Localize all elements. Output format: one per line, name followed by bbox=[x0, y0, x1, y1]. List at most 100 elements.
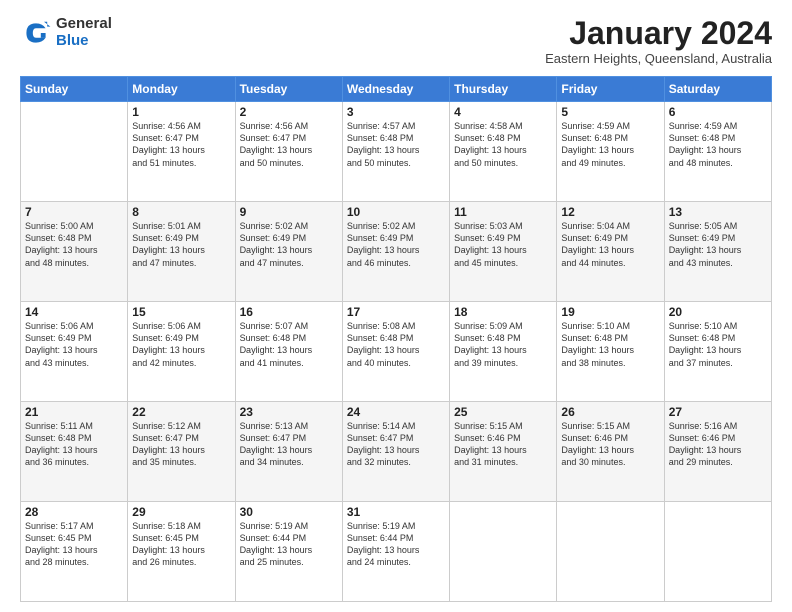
day-number: 8 bbox=[132, 205, 230, 219]
cell-info: Sunrise: 5:15 AM Sunset: 6:46 PM Dayligh… bbox=[454, 420, 552, 469]
day-number: 19 bbox=[561, 305, 659, 319]
calendar-cell: 14Sunrise: 5:06 AM Sunset: 6:49 PM Dayli… bbox=[21, 302, 128, 402]
day-number: 15 bbox=[132, 305, 230, 319]
cell-info: Sunrise: 5:12 AM Sunset: 6:47 PM Dayligh… bbox=[132, 420, 230, 469]
weekday-header-thursday: Thursday bbox=[450, 77, 557, 102]
weekday-header-saturday: Saturday bbox=[664, 77, 771, 102]
day-number: 29 bbox=[132, 505, 230, 519]
cell-info: Sunrise: 5:04 AM Sunset: 6:49 PM Dayligh… bbox=[561, 220, 659, 269]
header: General Blue January 2024 Eastern Height… bbox=[20, 16, 772, 66]
calendar-cell: 28Sunrise: 5:17 AM Sunset: 6:45 PM Dayli… bbox=[21, 502, 128, 602]
calendar-cell bbox=[450, 502, 557, 602]
day-number: 5 bbox=[561, 105, 659, 119]
cell-info: Sunrise: 5:06 AM Sunset: 6:49 PM Dayligh… bbox=[132, 320, 230, 369]
calendar-cell: 1Sunrise: 4:56 AM Sunset: 6:47 PM Daylig… bbox=[128, 102, 235, 202]
calendar-cell: 9Sunrise: 5:02 AM Sunset: 6:49 PM Daylig… bbox=[235, 202, 342, 302]
calendar-cell: 7Sunrise: 5:00 AM Sunset: 6:48 PM Daylig… bbox=[21, 202, 128, 302]
day-number: 22 bbox=[132, 405, 230, 419]
calendar-cell: 24Sunrise: 5:14 AM Sunset: 6:47 PM Dayli… bbox=[342, 402, 449, 502]
calendar-cell: 25Sunrise: 5:15 AM Sunset: 6:46 PM Dayli… bbox=[450, 402, 557, 502]
cell-info: Sunrise: 5:16 AM Sunset: 6:46 PM Dayligh… bbox=[669, 420, 767, 469]
cell-info: Sunrise: 5:03 AM Sunset: 6:49 PM Dayligh… bbox=[454, 220, 552, 269]
week-row-3: 14Sunrise: 5:06 AM Sunset: 6:49 PM Dayli… bbox=[21, 302, 772, 402]
day-number: 4 bbox=[454, 105, 552, 119]
cell-info: Sunrise: 5:05 AM Sunset: 6:49 PM Dayligh… bbox=[669, 220, 767, 269]
day-number: 21 bbox=[25, 405, 123, 419]
logo-icon bbox=[20, 17, 52, 49]
calendar-cell: 29Sunrise: 5:18 AM Sunset: 6:45 PM Dayli… bbox=[128, 502, 235, 602]
cell-info: Sunrise: 4:56 AM Sunset: 6:47 PM Dayligh… bbox=[132, 120, 230, 169]
day-number: 3 bbox=[347, 105, 445, 119]
calendar-cell: 4Sunrise: 4:58 AM Sunset: 6:48 PM Daylig… bbox=[450, 102, 557, 202]
cell-info: Sunrise: 5:07 AM Sunset: 6:48 PM Dayligh… bbox=[240, 320, 338, 369]
weekday-header-wednesday: Wednesday bbox=[342, 77, 449, 102]
weekday-header-monday: Monday bbox=[128, 77, 235, 102]
cell-info: Sunrise: 4:59 AM Sunset: 6:48 PM Dayligh… bbox=[561, 120, 659, 169]
day-number: 31 bbox=[347, 505, 445, 519]
cell-info: Sunrise: 5:02 AM Sunset: 6:49 PM Dayligh… bbox=[240, 220, 338, 269]
logo-blue-text: Blue bbox=[56, 33, 112, 50]
cell-info: Sunrise: 5:06 AM Sunset: 6:49 PM Dayligh… bbox=[25, 320, 123, 369]
day-number: 24 bbox=[347, 405, 445, 419]
day-number: 7 bbox=[25, 205, 123, 219]
week-row-2: 7Sunrise: 5:00 AM Sunset: 6:48 PM Daylig… bbox=[21, 202, 772, 302]
calendar-cell: 13Sunrise: 5:05 AM Sunset: 6:49 PM Dayli… bbox=[664, 202, 771, 302]
day-number: 6 bbox=[669, 105, 767, 119]
day-number: 12 bbox=[561, 205, 659, 219]
calendar-cell bbox=[664, 502, 771, 602]
cell-info: Sunrise: 5:13 AM Sunset: 6:47 PM Dayligh… bbox=[240, 420, 338, 469]
calendar-cell bbox=[21, 102, 128, 202]
title-block: January 2024 Eastern Heights, Queensland… bbox=[545, 16, 772, 66]
day-number: 26 bbox=[561, 405, 659, 419]
calendar-cell: 22Sunrise: 5:12 AM Sunset: 6:47 PM Dayli… bbox=[128, 402, 235, 502]
day-number: 1 bbox=[132, 105, 230, 119]
cell-info: Sunrise: 5:10 AM Sunset: 6:48 PM Dayligh… bbox=[669, 320, 767, 369]
calendar-cell: 31Sunrise: 5:19 AM Sunset: 6:44 PM Dayli… bbox=[342, 502, 449, 602]
cell-info: Sunrise: 5:02 AM Sunset: 6:49 PM Dayligh… bbox=[347, 220, 445, 269]
calendar-cell: 15Sunrise: 5:06 AM Sunset: 6:49 PM Dayli… bbox=[128, 302, 235, 402]
calendar-cell: 12Sunrise: 5:04 AM Sunset: 6:49 PM Dayli… bbox=[557, 202, 664, 302]
logo: General Blue bbox=[20, 16, 112, 49]
calendar-cell: 17Sunrise: 5:08 AM Sunset: 6:48 PM Dayli… bbox=[342, 302, 449, 402]
day-number: 2 bbox=[240, 105, 338, 119]
day-number: 20 bbox=[669, 305, 767, 319]
calendar-cell: 3Sunrise: 4:57 AM Sunset: 6:48 PM Daylig… bbox=[342, 102, 449, 202]
calendar-cell: 20Sunrise: 5:10 AM Sunset: 6:48 PM Dayli… bbox=[664, 302, 771, 402]
weekday-header-row: SundayMondayTuesdayWednesdayThursdayFrid… bbox=[21, 77, 772, 102]
calendar-cell: 11Sunrise: 5:03 AM Sunset: 6:49 PM Dayli… bbox=[450, 202, 557, 302]
cell-info: Sunrise: 5:10 AM Sunset: 6:48 PM Dayligh… bbox=[561, 320, 659, 369]
cell-info: Sunrise: 5:11 AM Sunset: 6:48 PM Dayligh… bbox=[25, 420, 123, 469]
calendar-cell: 23Sunrise: 5:13 AM Sunset: 6:47 PM Dayli… bbox=[235, 402, 342, 502]
day-number: 25 bbox=[454, 405, 552, 419]
weekday-header-friday: Friday bbox=[557, 77, 664, 102]
location-subtitle: Eastern Heights, Queensland, Australia bbox=[545, 51, 772, 66]
day-number: 16 bbox=[240, 305, 338, 319]
day-number: 11 bbox=[454, 205, 552, 219]
logo-text: General Blue bbox=[56, 16, 112, 49]
cell-info: Sunrise: 5:19 AM Sunset: 6:44 PM Dayligh… bbox=[240, 520, 338, 569]
day-number: 14 bbox=[25, 305, 123, 319]
day-number: 27 bbox=[669, 405, 767, 419]
cell-info: Sunrise: 5:00 AM Sunset: 6:48 PM Dayligh… bbox=[25, 220, 123, 269]
day-number: 28 bbox=[25, 505, 123, 519]
day-number: 30 bbox=[240, 505, 338, 519]
cell-info: Sunrise: 5:15 AM Sunset: 6:46 PM Dayligh… bbox=[561, 420, 659, 469]
calendar-cell: 26Sunrise: 5:15 AM Sunset: 6:46 PM Dayli… bbox=[557, 402, 664, 502]
calendar-table: SundayMondayTuesdayWednesdayThursdayFrid… bbox=[20, 76, 772, 602]
page: General Blue January 2024 Eastern Height… bbox=[0, 0, 792, 612]
month-title: January 2024 bbox=[545, 16, 772, 51]
cell-info: Sunrise: 4:57 AM Sunset: 6:48 PM Dayligh… bbox=[347, 120, 445, 169]
day-number: 10 bbox=[347, 205, 445, 219]
cell-info: Sunrise: 5:17 AM Sunset: 6:45 PM Dayligh… bbox=[25, 520, 123, 569]
day-number: 17 bbox=[347, 305, 445, 319]
calendar-cell: 16Sunrise: 5:07 AM Sunset: 6:48 PM Dayli… bbox=[235, 302, 342, 402]
week-row-4: 21Sunrise: 5:11 AM Sunset: 6:48 PM Dayli… bbox=[21, 402, 772, 502]
calendar-cell bbox=[557, 502, 664, 602]
cell-info: Sunrise: 4:59 AM Sunset: 6:48 PM Dayligh… bbox=[669, 120, 767, 169]
day-number: 9 bbox=[240, 205, 338, 219]
cell-info: Sunrise: 5:09 AM Sunset: 6:48 PM Dayligh… bbox=[454, 320, 552, 369]
cell-info: Sunrise: 5:01 AM Sunset: 6:49 PM Dayligh… bbox=[132, 220, 230, 269]
calendar-cell: 27Sunrise: 5:16 AM Sunset: 6:46 PM Dayli… bbox=[664, 402, 771, 502]
day-number: 23 bbox=[240, 405, 338, 419]
cell-info: Sunrise: 5:14 AM Sunset: 6:47 PM Dayligh… bbox=[347, 420, 445, 469]
